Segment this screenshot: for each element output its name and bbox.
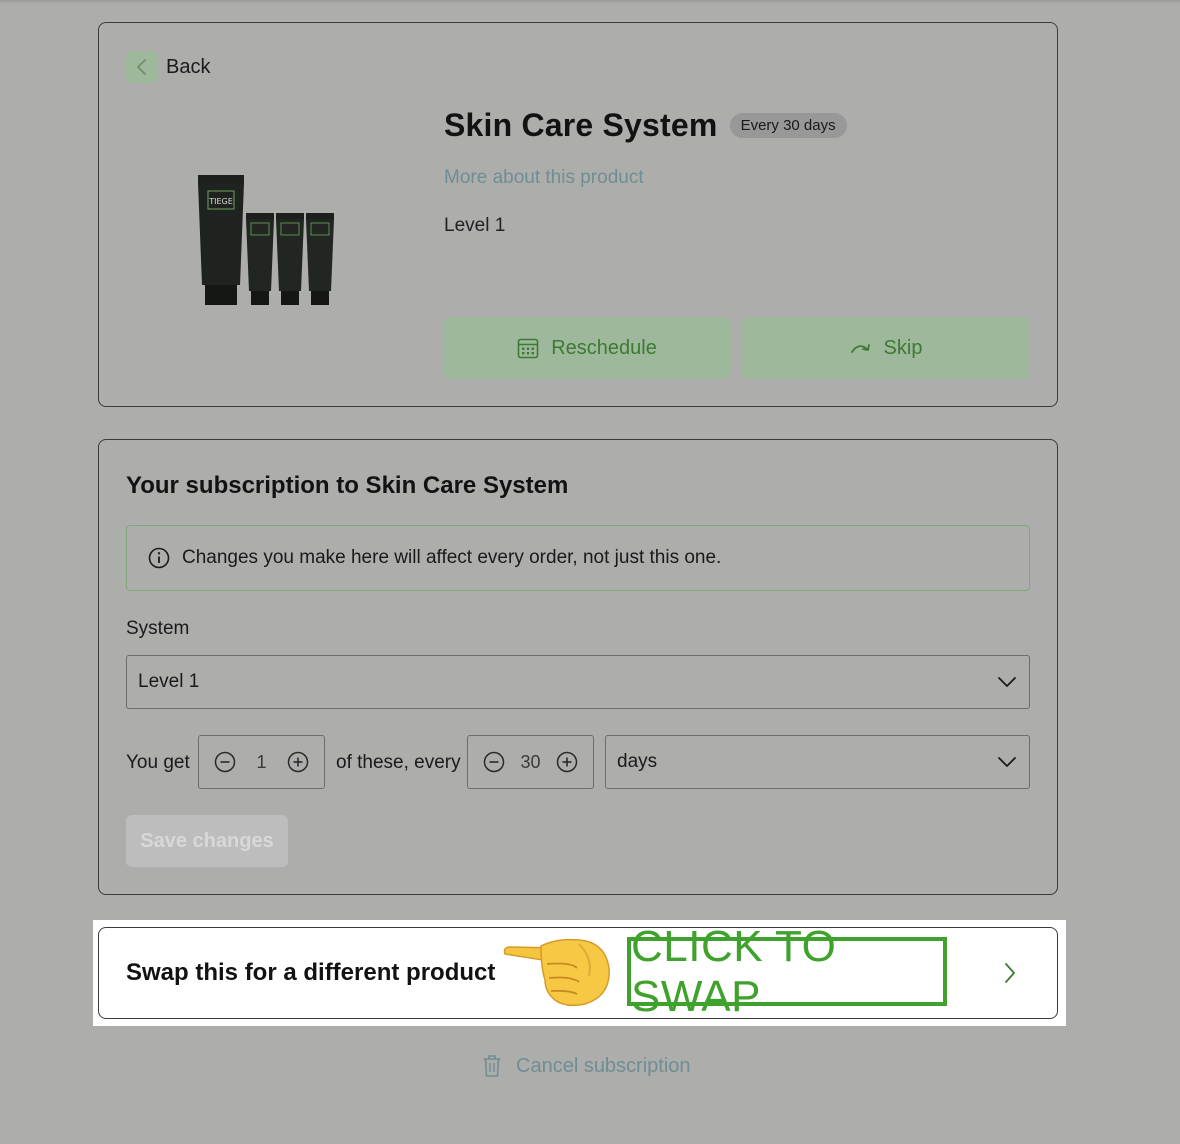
top-shadow <box>0 0 1180 4</box>
pointing-hand-icon <box>503 938 610 1007</box>
interval-decrement-button[interactable] <box>482 750 506 774</box>
product-card: Back TIEGE Skin Care System Every 30 day… <box>98 22 1058 407</box>
system-selected-value: Level 1 <box>138 671 200 692</box>
interval-unit-value: days <box>617 751 658 772</box>
frequency-badge: Every 30 days <box>729 113 847 138</box>
reschedule-button[interactable]: Reschedule <box>443 317 731 379</box>
of-these-label: of these, every <box>336 752 461 773</box>
chevron-down-icon <box>998 757 1016 767</box>
interval-stepper: 30 <box>467 735 594 789</box>
info-message: Changes you make here will affect every … <box>182 547 722 568</box>
interval-value[interactable]: 30 <box>520 752 540 773</box>
chevron-left-icon <box>126 51 158 83</box>
minus-circle-icon <box>483 751 505 773</box>
product-image[interactable]: TIEGE <box>196 173 344 308</box>
plus-circle-icon <box>287 751 309 773</box>
skip-label: Skip <box>883 336 923 359</box>
reschedule-label: Reschedule <box>551 336 657 359</box>
interval-increment-button[interactable] <box>555 750 579 774</box>
plus-circle-icon <box>556 751 578 773</box>
more-about-product-link[interactable]: More about this product <box>444 167 644 189</box>
cancel-subscription-label: Cancel subscription <box>516 1054 691 1077</box>
quantity-value[interactable]: 1 <box>256 752 266 773</box>
chevron-down-icon <box>998 677 1016 687</box>
product-level: Level 1 <box>444 215 506 236</box>
minus-circle-icon <box>214 751 236 773</box>
skip-button[interactable]: Skip <box>742 317 1030 379</box>
interval-unit-select[interactable]: days <box>605 735 1030 789</box>
title-row: Skin Care System Every 30 days <box>444 107 847 144</box>
redo-arrow-icon <box>850 344 870 353</box>
info-icon <box>148 547 170 569</box>
info-banner: Changes you make here will affect every … <box>126 525 1030 591</box>
back-button[interactable]: Back <box>126 51 210 83</box>
chevron-right-icon <box>1005 963 1015 983</box>
svg-text:TIEGE: TIEGE <box>208 197 233 206</box>
swap-highlight: Swap this for a different product CLICK … <box>93 920 1066 1026</box>
cancel-subscription-button[interactable]: Cancel subscription <box>482 1054 691 1078</box>
trash-icon <box>483 1055 501 1077</box>
swap-product-button[interactable]: Swap this for a different product CLICK … <box>98 922 1058 1021</box>
quantity-stepper: 1 <box>198 735 325 789</box>
quantity-increment-button[interactable] <box>286 750 310 774</box>
click-to-swap-callout: CLICK TO SWAP <box>627 922 947 1021</box>
system-select[interactable]: Level 1 <box>126 655 1030 709</box>
quantity-decrement-button[interactable] <box>213 750 237 774</box>
save-changes-button[interactable]: Save changes <box>126 815 288 867</box>
subscription-title: Your subscription to Skin Care System <box>126 472 569 499</box>
swap-label: Swap this for a different product <box>126 959 496 986</box>
you-get-label: You get <box>126 752 190 773</box>
calendar-icon <box>517 338 539 359</box>
subscription-card: Your subscription to Skin Care System Ch… <box>98 439 1058 895</box>
system-label: System <box>126 618 190 639</box>
back-label: Back <box>166 55 211 78</box>
product-title: Skin Care System <box>444 107 718 143</box>
